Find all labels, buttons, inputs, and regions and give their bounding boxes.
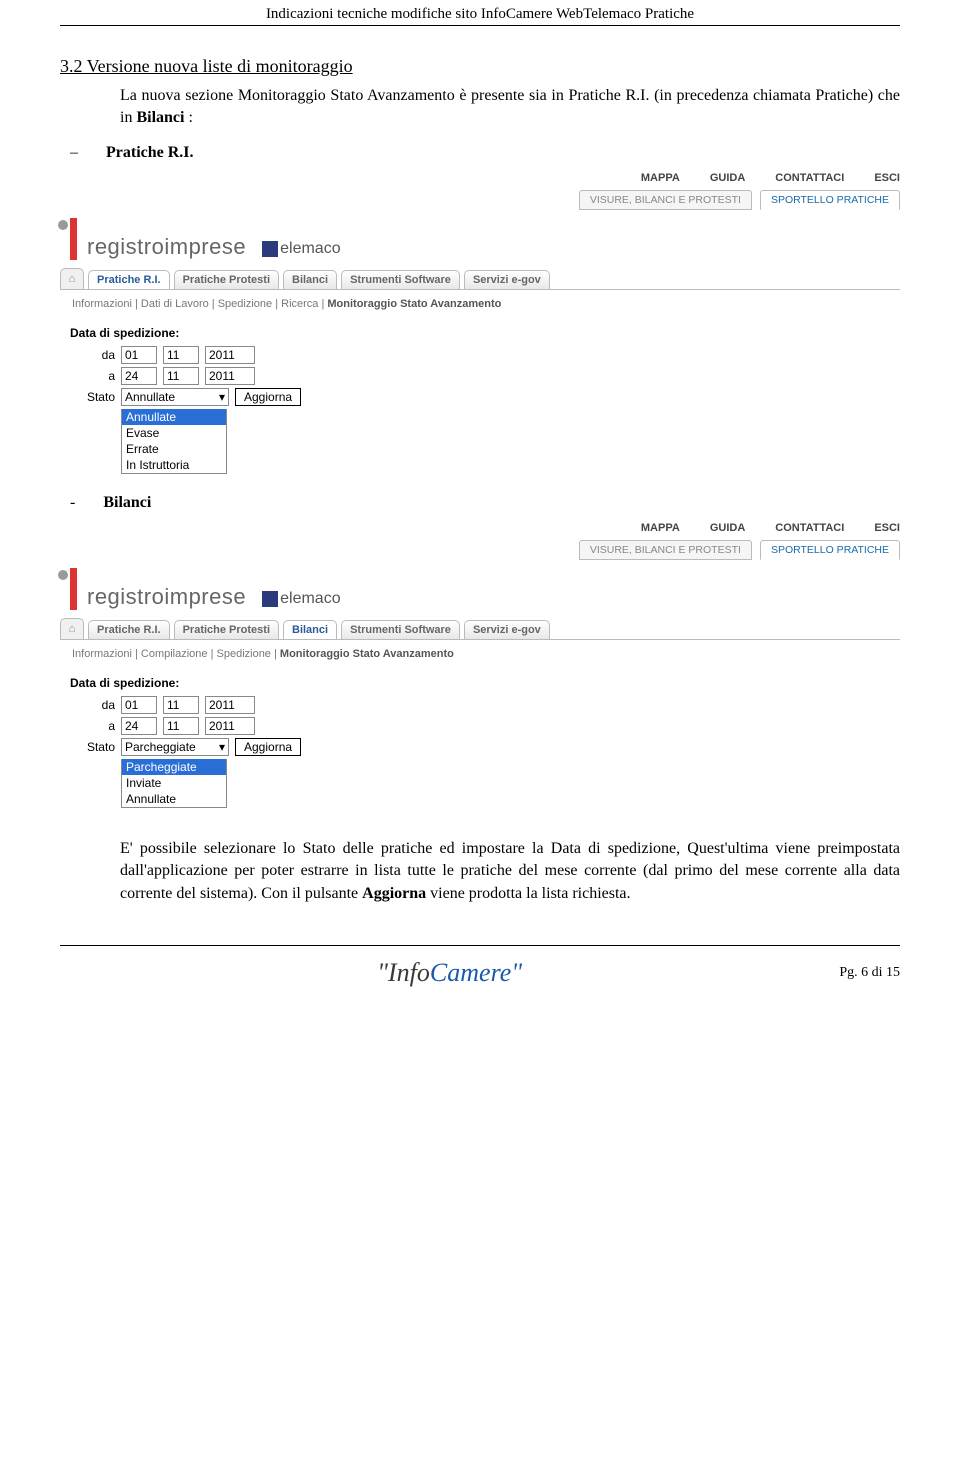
tab-pratiche-ri[interactable]: Pratiche R.I. xyxy=(88,270,170,289)
day-to-input[interactable] xyxy=(121,717,157,735)
telemaco-logo: elemaco xyxy=(262,590,340,608)
option-errate[interactable]: Errate xyxy=(122,441,226,457)
label-stato: Stato xyxy=(70,740,115,754)
year-from-input[interactable] xyxy=(205,696,255,714)
tab-bilanci[interactable]: Bilanci xyxy=(283,620,337,639)
tab-servizi[interactable]: Servizi e-gov xyxy=(464,620,550,639)
month-from-input[interactable] xyxy=(163,696,199,714)
stato-select[interactable]: Parcheggiate▾ xyxy=(121,738,229,756)
year-to-input[interactable] xyxy=(205,367,255,385)
screenshot-pratiche-ri: MAPPA GUIDA CONTATTACI ESCI VISURE, BILA… xyxy=(60,172,900,474)
label-a: a xyxy=(70,719,115,733)
list-item: - Bilanci xyxy=(70,494,900,512)
aggiorna-button[interactable]: Aggiorna xyxy=(235,388,301,406)
tab-pratiche-protesti[interactable]: Pratiche Protesti xyxy=(174,270,279,289)
stato-select[interactable]: Annullate▾ xyxy=(121,388,229,406)
breadcrumb: Informazioni | Compilazione | Spedizione… xyxy=(72,648,900,660)
chevron-down-icon: ▾ xyxy=(219,740,225,754)
tab-pratiche-ri[interactable]: Pratiche R.I. xyxy=(88,620,170,639)
nav-link[interactable]: ESCI xyxy=(874,172,900,184)
page-number: Pg. 6 di 15 xyxy=(839,965,900,981)
nav-link[interactable]: MAPPA xyxy=(641,172,680,184)
intro-paragraph: La nuova sezione Monitoraggio Stato Avan… xyxy=(120,85,900,130)
closing-paragraph: E' possibile selezionare lo Stato delle … xyxy=(120,838,900,905)
tab-visure[interactable]: VISURE, BILANCI E PROTESTI xyxy=(579,540,752,560)
tab-bilanci[interactable]: Bilanci xyxy=(283,270,337,289)
option-parcheggiate[interactable]: Parcheggiate xyxy=(122,759,226,775)
breadcrumb: Informazioni | Dati di Lavoro | Spedizio… xyxy=(72,298,900,310)
stato-options[interactable]: Parcheggiate Inviate Annullate xyxy=(121,759,227,808)
registroimprese-logo-icon xyxy=(60,218,77,260)
footer-rule xyxy=(60,945,900,946)
year-from-input[interactable] xyxy=(205,346,255,364)
nav-link[interactable]: CONTATTACI xyxy=(775,172,844,184)
year-to-input[interactable] xyxy=(205,717,255,735)
infocamere-logo: "InfoCamere" xyxy=(377,958,522,988)
nav-link[interactable]: MAPPA xyxy=(641,522,680,534)
nav-link[interactable]: CONTATTACI xyxy=(775,522,844,534)
day-from-input[interactable] xyxy=(121,696,157,714)
form-label: Data di spedizione: xyxy=(70,326,900,340)
option-inviate[interactable]: Inviate xyxy=(122,775,226,791)
telemaco-logo: elemaco xyxy=(262,240,340,258)
day-from-input[interactable] xyxy=(121,346,157,364)
nav-link[interactable]: GUIDA xyxy=(710,522,745,534)
nav-link[interactable]: ESCI xyxy=(874,522,900,534)
stato-options[interactable]: Annullate Evase Errate In Istruttoria xyxy=(121,409,227,474)
option-istruttoria[interactable]: In Istruttoria xyxy=(122,457,226,473)
label-stato: Stato xyxy=(70,390,115,404)
document-header: Indicazioni tecniche modifiche sito Info… xyxy=(60,0,900,23)
section-title: 3.2 Versione nuova liste di monitoraggio xyxy=(60,56,900,77)
day-to-input[interactable] xyxy=(121,367,157,385)
label-a: a xyxy=(70,369,115,383)
tab-sportello[interactable]: SPORTELLO PRATICHE xyxy=(760,190,900,210)
tab-strumenti[interactable]: Strumenti Software xyxy=(341,620,460,639)
label-da: da xyxy=(70,698,115,712)
month-to-input[interactable] xyxy=(163,367,199,385)
header-rule xyxy=(60,25,900,26)
option-annullate[interactable]: Annullate xyxy=(122,791,226,807)
registroimprese-logo-icon xyxy=(60,568,77,610)
registroimprese-logo-text: registroimprese xyxy=(87,584,246,610)
tab-visure[interactable]: VISURE, BILANCI E PROTESTI xyxy=(579,190,752,210)
tab-sportello[interactable]: SPORTELLO PRATICHE xyxy=(760,540,900,560)
form-label: Data di spedizione: xyxy=(70,676,900,690)
aggiorna-button[interactable]: Aggiorna xyxy=(235,738,301,756)
option-evase[interactable]: Evase xyxy=(122,425,226,441)
home-icon[interactable]: ⌂ xyxy=(60,268,84,289)
month-from-input[interactable] xyxy=(163,346,199,364)
tab-strumenti[interactable]: Strumenti Software xyxy=(341,270,460,289)
screenshot-bilanci: MAPPA GUIDA CONTATTACI ESCI VISURE, BILA… xyxy=(60,522,900,808)
home-icon[interactable]: ⌂ xyxy=(60,618,84,639)
registroimprese-logo-text: registroimprese xyxy=(87,234,246,260)
list-item: – Pratiche R.I. xyxy=(70,144,900,162)
nav-link[interactable]: GUIDA xyxy=(710,172,745,184)
tab-pratiche-protesti[interactable]: Pratiche Protesti xyxy=(174,620,279,639)
chevron-down-icon: ▾ xyxy=(219,390,225,404)
option-annullate[interactable]: Annullate xyxy=(122,409,226,425)
month-to-input[interactable] xyxy=(163,717,199,735)
tab-servizi[interactable]: Servizi e-gov xyxy=(464,270,550,289)
label-da: da xyxy=(70,348,115,362)
